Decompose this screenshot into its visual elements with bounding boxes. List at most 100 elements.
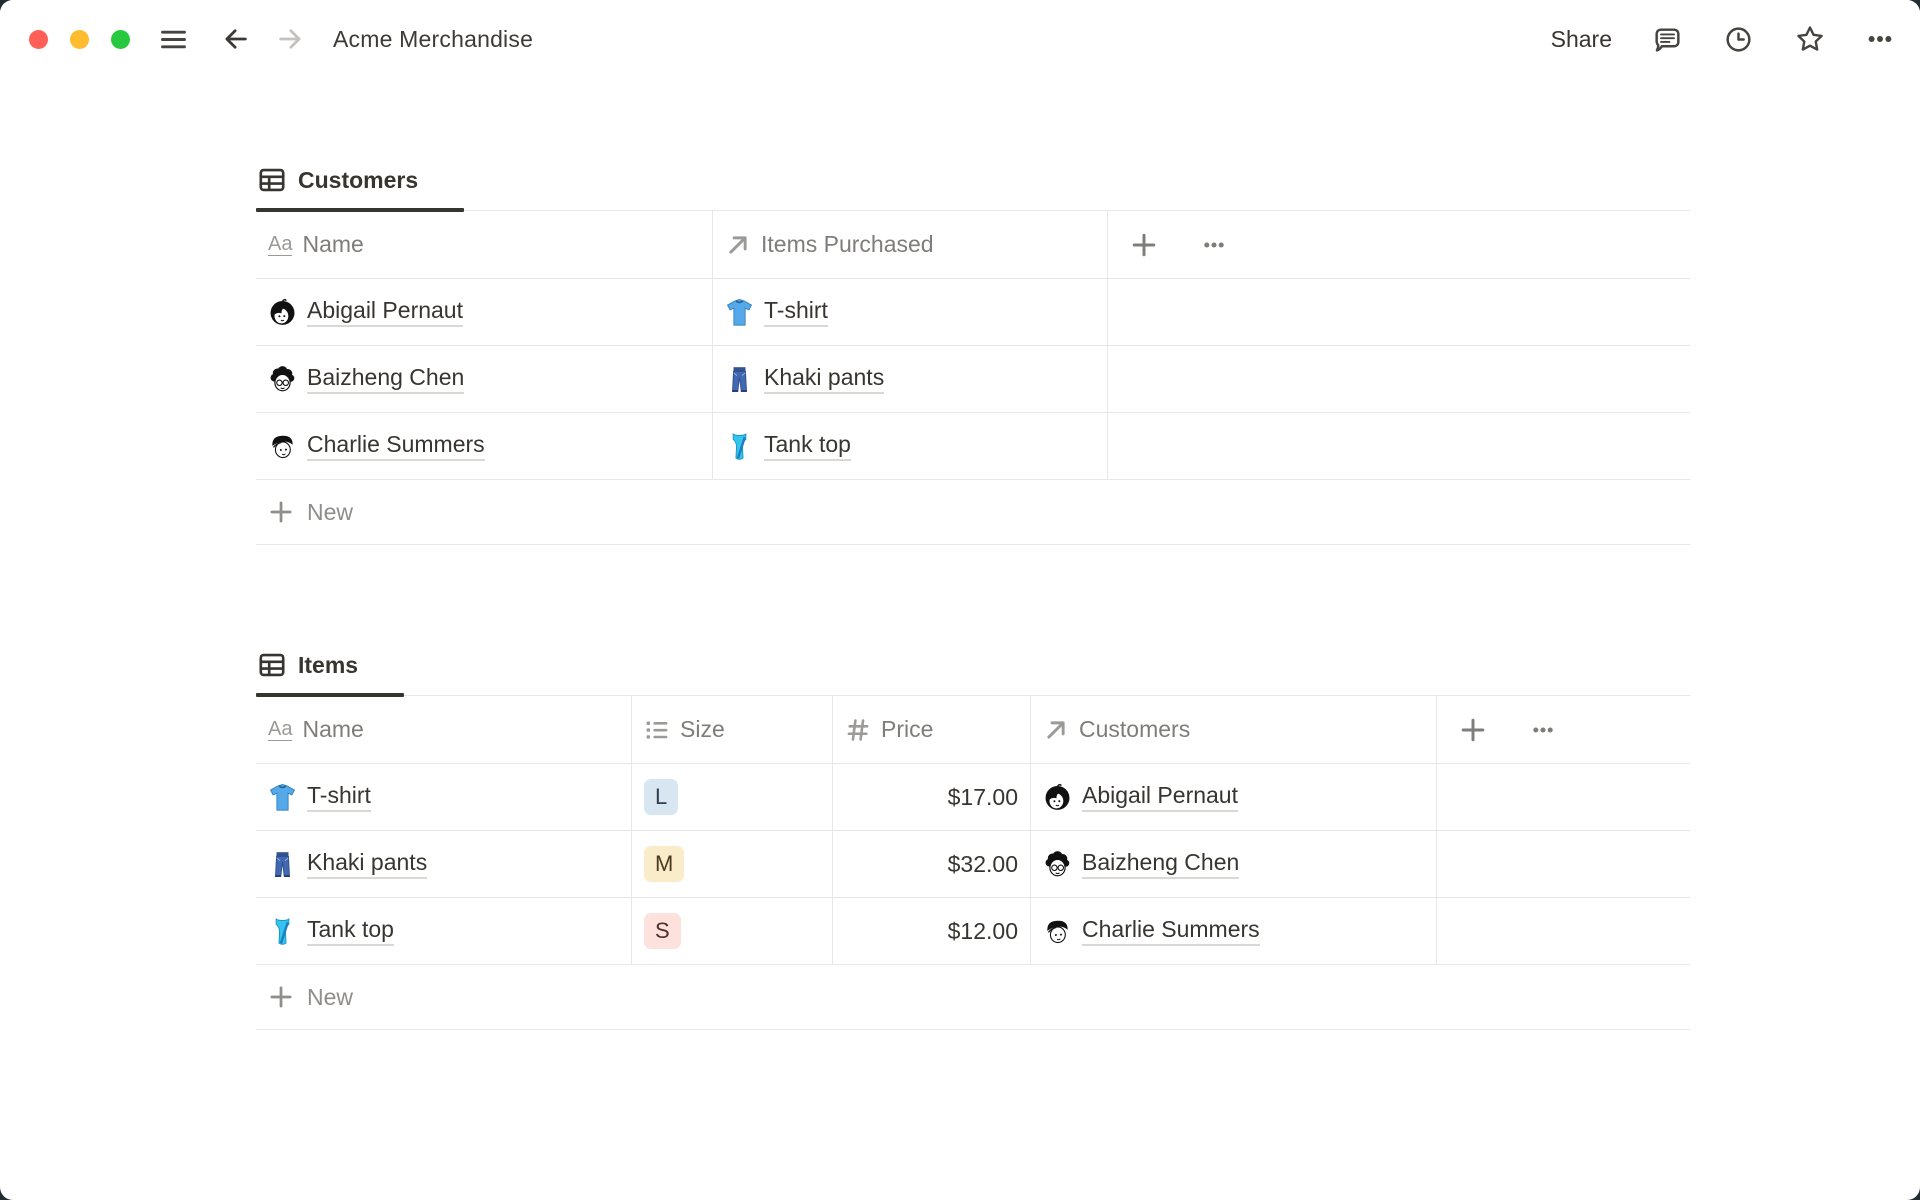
number-type-icon: [845, 717, 871, 743]
avatar-charlie-icon: [1043, 917, 1072, 946]
table-row: Charlie Summers Tank top: [256, 413, 1690, 480]
back-icon[interactable]: [221, 24, 251, 54]
size-cell[interactable]: S: [631, 898, 832, 964]
table-row: Abigail Pernaut T-shirt: [256, 279, 1690, 346]
size-tag: S: [644, 913, 681, 949]
column-header-label: Customers: [1079, 716, 1191, 742]
avatar-baizheng-icon: [1043, 849, 1072, 879]
items-purchased-cell[interactable]: Khaki pants: [712, 346, 1107, 412]
item-page-link[interactable]: Tank top: [307, 916, 394, 946]
items-purchased-cell[interactable]: T-shirt: [712, 279, 1107, 345]
items-view-tabs: Items: [256, 651, 1690, 697]
size-cell[interactable]: L: [631, 764, 832, 830]
table-row: Khaki pants M $32.00 Baizheng Chen: [256, 831, 1690, 898]
new-row-label: New: [307, 498, 354, 525]
column-header-items-purchased[interactable]: Items Purchased: [712, 211, 1107, 278]
name-cell[interactable]: Baizheng Chen: [256, 346, 712, 412]
avatar-abigail-icon: [1043, 783, 1072, 812]
size-cell[interactable]: M: [631, 831, 832, 897]
column-header-label: Items Purchased: [761, 231, 934, 257]
price-value: $12.00: [947, 917, 1018, 944]
name-cell[interactable]: Charlie Summers: [256, 413, 712, 479]
customer-page-link[interactable]: Abigail Pernaut: [307, 297, 463, 327]
empty-cell[interactable]: [1436, 831, 1690, 897]
updates-clock-icon[interactable]: [1723, 24, 1754, 55]
column-header-price[interactable]: Price: [832, 696, 1030, 763]
price-cell[interactable]: $12.00: [832, 898, 1030, 964]
minimize-window-button[interactable]: [70, 29, 89, 49]
new-row[interactable]: New: [256, 480, 1690, 545]
item-page-link[interactable]: Tank top: [764, 431, 851, 461]
customers-cell[interactable]: Baizheng Chen: [1030, 831, 1436, 897]
customers-header-row: Aa Name Items Purchased: [256, 211, 1690, 279]
item-page-link[interactable]: Khaki pants: [307, 849, 428, 879]
items-purchased-cell[interactable]: Tank top: [712, 413, 1107, 479]
title-type-icon: Aa: [268, 717, 293, 741]
favorite-star-icon[interactable]: [1794, 23, 1826, 55]
column-header-label: Size: [680, 716, 725, 742]
column-header-label: Name: [302, 231, 364, 257]
customers-cell[interactable]: Charlie Summers: [1030, 898, 1436, 964]
more-options-icon[interactable]: [1866, 25, 1894, 53]
new-row[interactable]: New: [256, 965, 1690, 1030]
tshirt-icon: [268, 783, 297, 812]
empty-cell[interactable]: [1107, 413, 1690, 479]
size-tag: M: [644, 846, 685, 882]
customer-page-link[interactable]: Charlie Summers: [307, 431, 485, 461]
column-header-size[interactable]: Size: [631, 696, 832, 763]
header-extra-cell: [1436, 696, 1690, 763]
name-cell[interactable]: Khaki pants: [256, 831, 631, 897]
customer-page-link[interactable]: Abigail Pernaut: [1082, 782, 1238, 812]
new-row-label: New: [307, 983, 354, 1010]
empty-cell[interactable]: [1107, 346, 1690, 412]
table-row: Baizheng Chen Khaki pants: [256, 346, 1690, 413]
avatar-baizheng-icon: [268, 364, 297, 394]
items-table: Aa Name Size Price Customers T-shirt L $…: [256, 696, 1690, 1030]
add-property-icon[interactable]: [1459, 716, 1487, 744]
forward-icon[interactable]: [275, 24, 305, 54]
price-cell[interactable]: $17.00: [832, 764, 1030, 830]
title-type-icon: Aa: [268, 232, 293, 256]
table-view-icon: [259, 653, 285, 677]
table-options-icon[interactable]: [1531, 718, 1555, 742]
titlebar: Acme Merchandise Share: [0, 0, 1920, 78]
empty-cell[interactable]: [1436, 898, 1690, 964]
plus-icon: [268, 984, 294, 1010]
tab-items-table-view[interactable]: Items: [256, 651, 405, 697]
relation-type-icon: [1043, 717, 1069, 743]
view-tab-label: Items: [298, 651, 359, 678]
column-header-label: Name: [302, 716, 364, 742]
name-cell[interactable]: Abigail Pernaut: [256, 279, 712, 345]
name-cell[interactable]: Tank top: [256, 898, 631, 964]
table-options-icon[interactable]: [1202, 233, 1226, 257]
add-property-icon[interactable]: [1130, 231, 1158, 259]
comments-icon[interactable]: [1652, 24, 1683, 55]
customer-page-link[interactable]: Baizheng Chen: [1082, 849, 1240, 879]
close-window-button[interactable]: [29, 29, 48, 49]
item-page-link[interactable]: T-shirt: [764, 297, 828, 327]
sidebar-toggle-hamburger-icon[interactable]: [160, 26, 187, 53]
table-view-icon: [259, 168, 285, 192]
tab-customers-table-view[interactable]: Customers: [256, 166, 465, 212]
relation-type-icon: [725, 232, 751, 258]
share-button[interactable]: Share: [1551, 26, 1612, 53]
tanktop-icon: [725, 432, 754, 461]
customers-cell[interactable]: Abigail Pernaut: [1030, 764, 1436, 830]
empty-cell[interactable]: [1436, 764, 1690, 830]
avatar-abigail-icon: [268, 298, 297, 327]
tanktop-icon: [268, 917, 297, 946]
column-header-name[interactable]: Aa Name: [256, 696, 631, 763]
column-header-customers[interactable]: Customers: [1030, 696, 1436, 763]
price-cell[interactable]: $32.00: [832, 831, 1030, 897]
empty-cell[interactable]: [1107, 279, 1690, 345]
zoom-window-button[interactable]: [111, 29, 130, 49]
customer-page-link[interactable]: Charlie Summers: [1082, 916, 1260, 946]
customer-page-link[interactable]: Baizheng Chen: [307, 364, 465, 394]
app-window: Acme Merchandise Share Customers Aa Name: [0, 0, 1920, 1200]
column-header-name[interactable]: Aa Name: [256, 211, 712, 278]
jeans-icon: [268, 850, 297, 879]
item-page-link[interactable]: Khaki pants: [764, 364, 885, 394]
header-extra-cell: [1107, 211, 1690, 278]
item-page-link[interactable]: T-shirt: [307, 782, 371, 812]
name-cell[interactable]: T-shirt: [256, 764, 631, 830]
